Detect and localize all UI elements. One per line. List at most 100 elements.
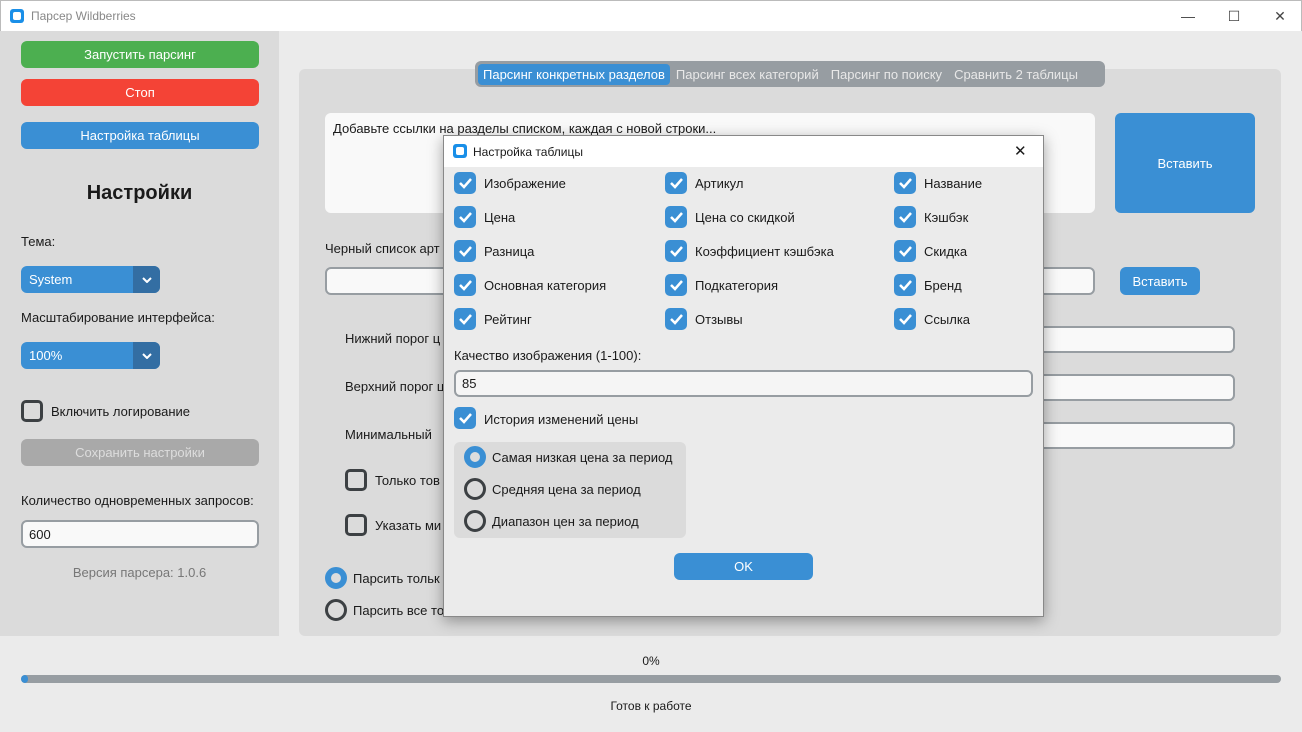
check-icon [459, 280, 472, 291]
column-checkbox-label: Отзывы [695, 312, 743, 327]
parse-only-label: Парсить тольк [353, 571, 440, 586]
history-checkbox[interactable] [454, 407, 476, 429]
average-price-label: Средняя цена за период [492, 482, 641, 497]
progress-percent: 0% [642, 654, 660, 668]
column-checkbox-label: Основная категория [484, 278, 607, 293]
column-checkbox[interactable] [894, 206, 916, 228]
sidebar: Запустить парсинг Стоп Настройка таблицы… [0, 31, 279, 636]
column-checkbox[interactable] [894, 172, 916, 194]
scale-value: 100% [29, 348, 63, 363]
title-bar: Парсер Wildberries — ☐ ✕ [0, 0, 1302, 31]
scale-dropdown[interactable]: 100% [21, 342, 160, 369]
quality-label: Качество изображения (1-100): [454, 348, 642, 363]
column-checkbox-label: Подкатегория [695, 278, 779, 293]
tab-bar: Парсинг конкретных разделов Парсинг всех… [475, 61, 1105, 87]
dialog-close-button[interactable]: ✕ [1014, 142, 1027, 160]
links-placeholder: Добавьте ссылки на разделы списком, кажд… [333, 121, 717, 136]
progress-fill [21, 675, 28, 683]
lowest-price-radio[interactable] [464, 446, 486, 468]
close-button[interactable]: ✕ [1257, 1, 1302, 32]
column-checkbox[interactable] [454, 308, 476, 330]
tab-specific-sections[interactable]: Парсинг конкретных разделов [478, 63, 670, 85]
price-range-radio[interactable] [464, 510, 486, 532]
check-icon [459, 178, 472, 189]
column-checkbox[interactable] [454, 206, 476, 228]
theme-dropdown[interactable]: System [21, 266, 160, 293]
insert-blacklist-button[interactable]: Вставить [1120, 267, 1200, 295]
table-settings-button[interactable]: Настройка таблицы [21, 122, 259, 149]
save-settings-button[interactable]: Сохранить настройки [21, 439, 259, 466]
price-range-label: Диапазон цен за период [492, 514, 639, 529]
lowest-price-label: Самая низкая цена за период [492, 450, 673, 465]
specify-min-checkbox[interactable] [345, 514, 367, 536]
parse-all-radio[interactable] [325, 599, 347, 621]
column-checkbox[interactable] [665, 206, 687, 228]
theme-label: Тема: [21, 234, 56, 249]
average-price-radio[interactable] [464, 478, 486, 500]
status-text: Готов к работе [610, 699, 692, 713]
specify-min-label: Указать ми [375, 518, 442, 533]
check-icon [670, 314, 683, 325]
check-icon [899, 246, 912, 257]
only-products-checkbox[interactable] [345, 469, 367, 491]
blacklist-label: Черный список арт [325, 241, 440, 256]
maximize-button[interactable]: ☐ [1211, 1, 1257, 32]
column-checkbox-label: Коэффициент кэшбэка [695, 244, 834, 259]
column-checkbox[interactable] [665, 240, 687, 262]
start-parsing-button[interactable]: Запустить парсинг [21, 41, 259, 68]
insert-links-button[interactable]: Вставить [1115, 113, 1255, 213]
column-checkbox[interactable] [665, 274, 687, 296]
column-checkbox-label: Артикул [695, 176, 744, 191]
tab-search[interactable]: Парсинг по поиску [825, 64, 948, 85]
column-checkbox[interactable] [454, 240, 476, 262]
column-checkbox-label: Цена [484, 210, 516, 225]
only-products-label: Только тов [375, 473, 440, 488]
chevron-down-icon [133, 342, 160, 369]
column-checkbox-label: Кэшбэк [924, 210, 969, 225]
logging-checkbox[interactable] [21, 400, 43, 422]
window-title: Парсер Wildberries [31, 9, 136, 23]
check-icon [459, 246, 472, 257]
column-checkbox-label: Изображение [484, 176, 566, 191]
parse-all-label: Парсить все то [353, 603, 445, 618]
check-icon [899, 280, 912, 291]
column-checkbox-label: Цена со скидкой [695, 210, 795, 225]
check-icon [459, 212, 472, 223]
minimize-button[interactable]: — [1165, 1, 1211, 32]
version-text: Версия парсера: 1.0.6 [72, 565, 207, 580]
column-checkbox[interactable] [454, 172, 476, 194]
scale-label: Масштабирование интерфейса: [21, 310, 215, 325]
stop-button[interactable]: Стоп [21, 79, 259, 106]
history-label: История изменений цены [484, 412, 639, 427]
dialog-title-bar: Настройка таблицы ✕ [444, 136, 1043, 167]
requests-label: Количество одновременных запросов: [21, 493, 254, 508]
check-icon [670, 246, 683, 257]
table-settings-dialog: Настройка таблицы ✕ Изображение Артикул На… [443, 135, 1044, 617]
check-icon [670, 280, 683, 291]
column-checkbox[interactable] [894, 308, 916, 330]
column-checkbox-label: Скидка [924, 244, 968, 259]
check-icon [899, 314, 912, 325]
progress-bar [21, 675, 1281, 683]
column-checkbox[interactable] [665, 172, 687, 194]
ok-button[interactable]: OK [674, 553, 813, 580]
check-icon [899, 178, 912, 189]
column-checkbox-label: Название [924, 176, 983, 191]
quality-input[interactable]: 85 [454, 370, 1033, 397]
column-checkbox[interactable] [894, 274, 916, 296]
column-checkbox-label: Ссылка [924, 312, 971, 327]
tab-compare-tables[interactable]: Сравнить 2 таблицы [948, 64, 1084, 85]
check-icon [899, 212, 912, 223]
column-checkbox-label: Бренд [924, 278, 962, 293]
theme-value: System [29, 272, 73, 287]
column-checkbox[interactable] [665, 308, 687, 330]
logging-label: Включить логирование [51, 404, 191, 419]
parse-only-radio[interactable] [325, 567, 347, 589]
tab-all-categories[interactable]: Парсинг всех категорий [670, 64, 825, 85]
column-checkbox[interactable] [454, 274, 476, 296]
column-checkbox[interactable] [894, 240, 916, 262]
check-icon [670, 212, 683, 223]
column-checkbox-label: Разница [484, 244, 535, 259]
requests-input[interactable]: 600 [21, 520, 259, 548]
minimal-label: Минимальный [345, 427, 432, 442]
